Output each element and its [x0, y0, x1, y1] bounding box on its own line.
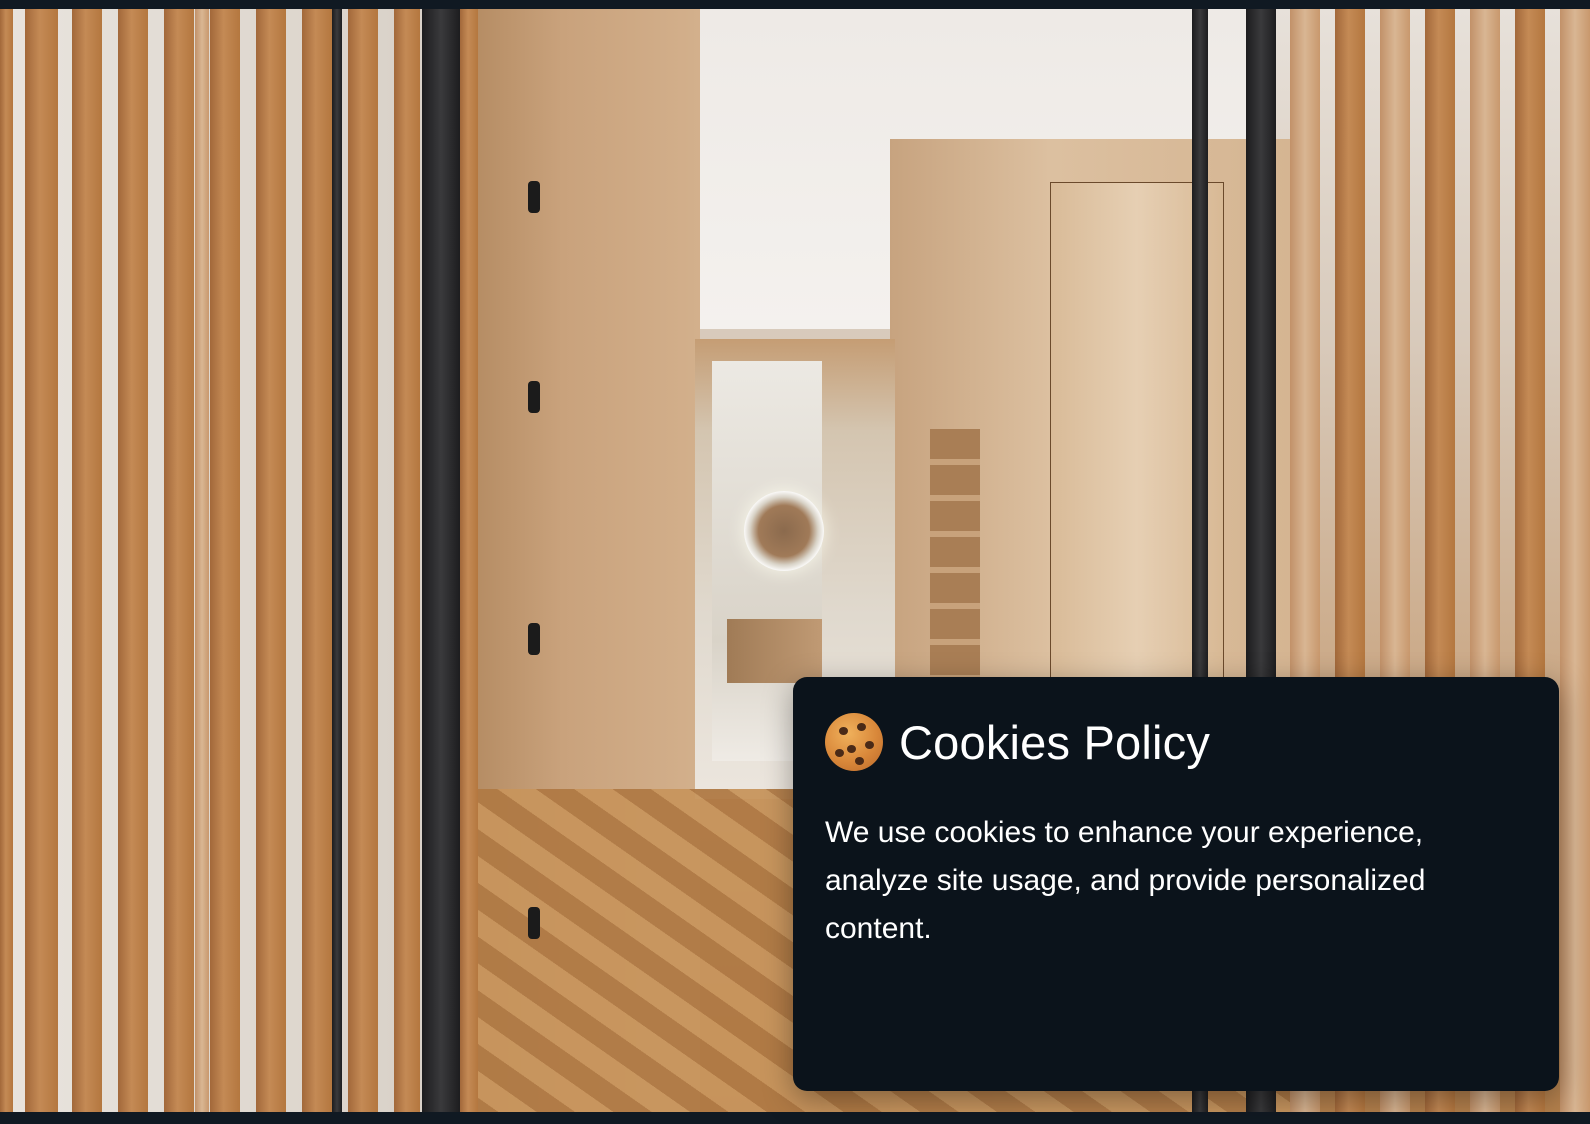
cookie-dialog-title: Cookies Policy [899, 715, 1211, 769]
door-hinge [528, 623, 540, 655]
wood-slat [394, 9, 420, 1112]
wood-slat [256, 9, 286, 1112]
door-hinge [528, 907, 540, 939]
cookie-dialog-header: Cookies Policy [825, 713, 1527, 771]
cookie-chip [847, 745, 856, 753]
wood-slat [25, 9, 58, 1112]
cookie-chip [835, 749, 844, 757]
cookie-icon [825, 713, 883, 771]
wood-slat [1560, 9, 1590, 1112]
cookie-chip [839, 727, 848, 735]
door-hinge [528, 381, 540, 413]
cookie-chip [855, 757, 864, 765]
bottom-frame-bar [0, 1112, 1590, 1124]
round-mirror [744, 491, 824, 571]
wood-slat [72, 9, 102, 1112]
cookie-chip [857, 723, 866, 731]
cookie-chip [865, 741, 874, 749]
black-pole [422, 9, 460, 1112]
wood-slat [195, 9, 209, 1112]
cookie-consent-dialog: Cookies Policy We use cookies to enhance… [793, 677, 1559, 1091]
vanity-cabinet [727, 619, 822, 683]
top-frame-bar [0, 0, 1590, 9]
wood-slat [210, 9, 240, 1112]
door-hinge [528, 181, 540, 213]
wood-slat [460, 9, 478, 1112]
staircase [930, 429, 980, 679]
wood-slat [164, 9, 194, 1112]
wood-slat [118, 9, 148, 1112]
wood-slat [348, 9, 378, 1112]
page-viewport: Cookies Policy We use cookies to enhance… [0, 0, 1590, 1124]
black-pole [332, 9, 342, 1112]
cookie-dialog-message: We use cookies to enhance your experienc… [825, 816, 1426, 945]
wood-slat [302, 9, 332, 1112]
wood-slat [0, 9, 13, 1112]
